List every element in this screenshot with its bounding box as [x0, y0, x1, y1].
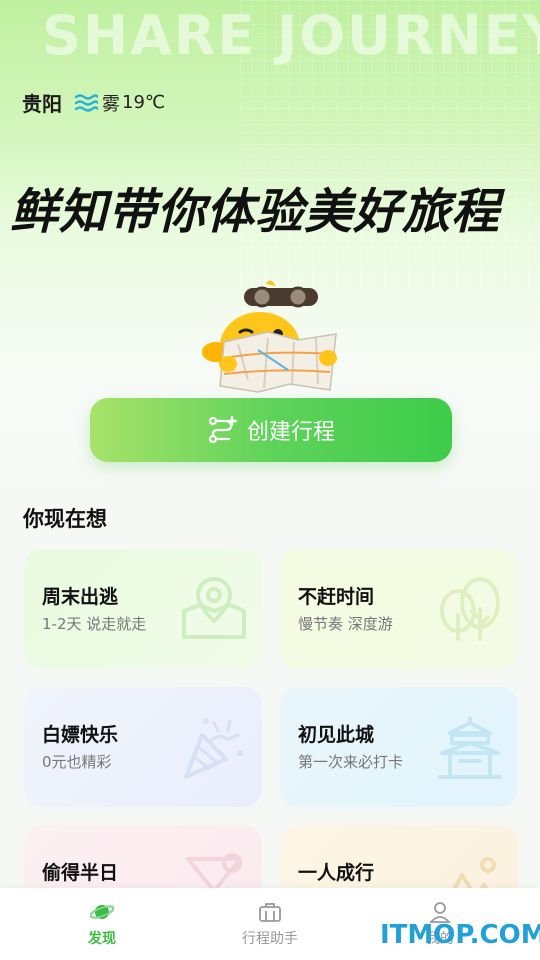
- card-title: 白嫖快乐: [42, 724, 119, 746]
- planet-icon: [90, 905, 114, 919]
- card-free-fun[interactable]: 白嫖快乐 0元也精彩: [24, 687, 262, 807]
- weather-widget[interactable]: 贵阳 雾 19℃: [22, 88, 165, 117]
- card-title: 一人成行: [298, 862, 375, 884]
- party-popper-icon: [184, 718, 243, 779]
- weather-description: 雾: [102, 93, 120, 115]
- hero-background-text: SHARE JOURNEY: [42, 4, 540, 67]
- create-trip-button[interactable]: 创建行程: [90, 398, 452, 462]
- trees-icon: [440, 577, 500, 641]
- briefcase-icon: [259, 903, 281, 922]
- tab-discover[interactable]: 发现: [42, 888, 162, 960]
- card-title: 初见此城: [298, 724, 375, 746]
- section-title: 你现在想: [23, 507, 107, 531]
- card-first-visit[interactable]: 初见此城 第一次来必打卡: [280, 687, 518, 807]
- tab-trip-assistant[interactable]: 行程助手: [210, 888, 330, 960]
- fog-icon: [74, 93, 98, 112]
- card-title: 周末出逃: [42, 586, 119, 608]
- card-no-rush[interactable]: 不赶时间 慢节奏 深度游: [280, 549, 518, 669]
- weather-temperature: 19℃: [122, 92, 166, 113]
- city-name: 贵阳: [22, 92, 62, 116]
- card-weekend-escape[interactable]: 周末出逃 1-2天 说走就走: [24, 549, 262, 669]
- hero-slogan: 鲜知带你体验美好旅程: [10, 184, 501, 240]
- create-trip-label: 创建行程: [246, 420, 335, 445]
- pavilion-icon: [438, 717, 502, 779]
- route-add-icon: [208, 415, 237, 444]
- tab-label: 发现: [88, 931, 116, 947]
- card-subtitle: 1-2天 说走就走: [42, 615, 147, 633]
- tab-label: 行程助手: [242, 931, 298, 947]
- card-title: 不赶时间: [298, 586, 375, 608]
- card-title: 偷得半日: [42, 862, 119, 884]
- card-subtitle: 0元也精彩: [42, 753, 112, 771]
- duck-mascot-icon: [202, 280, 337, 393]
- card-subtitle: 第一次来必打卡: [298, 753, 404, 771]
- watermark-text: ITMOP.COM: [380, 920, 540, 950]
- card-subtitle: 慢节奏 深度游: [298, 615, 393, 633]
- map-pin-icon: [182, 576, 246, 639]
